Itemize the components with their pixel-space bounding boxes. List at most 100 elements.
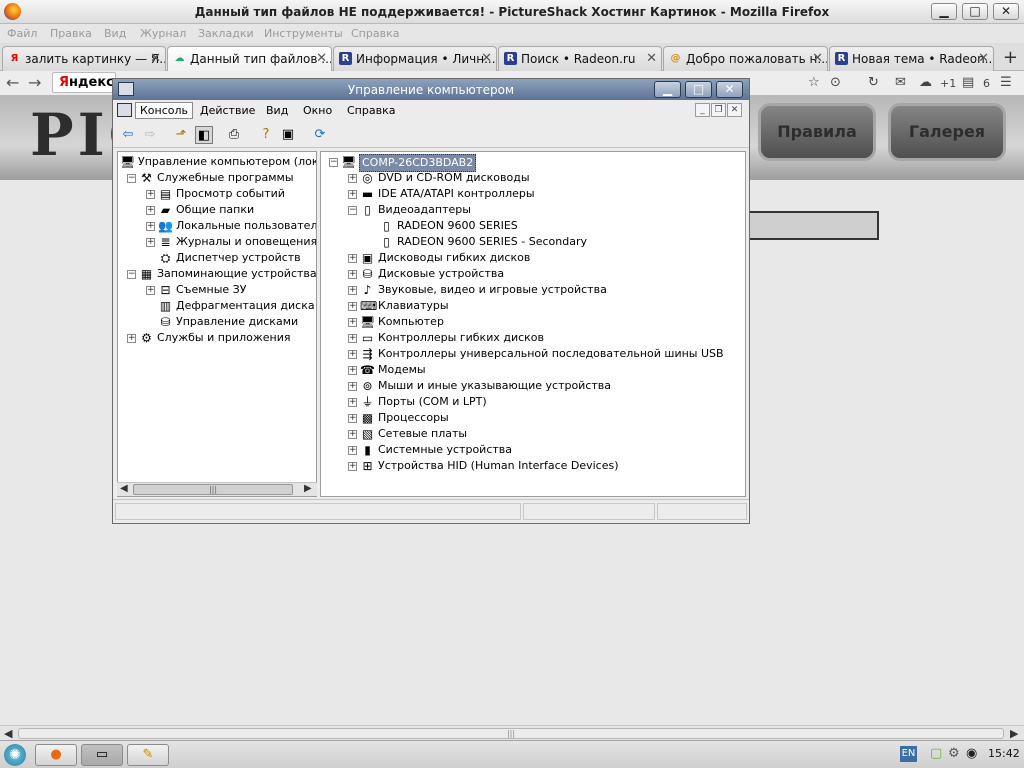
expand-icon[interactable]: + [146, 222, 155, 231]
expand-icon[interactable]: + [146, 206, 155, 215]
expand-icon[interactable]: + [348, 302, 357, 311]
site-input-field[interactable] [748, 211, 879, 240]
expand-icon[interactable]: + [348, 270, 357, 279]
tab-close-icon[interactable]: ✕ [481, 51, 492, 66]
expand-icon[interactable]: + [348, 190, 357, 199]
mmc-minimize-button[interactable]: ▁ [654, 81, 681, 98]
menu-bookmarks[interactable]: Закладки [198, 27, 254, 40]
yandex-search-button[interactable]: Яндекс [52, 72, 116, 93]
close-button[interactable]: ✕ [993, 3, 1019, 20]
expand-icon[interactable]: + [146, 190, 155, 199]
defrag-icon: ▥ [159, 299, 172, 313]
bookmark-star-icon[interactable]: ☆ [808, 75, 820, 90]
child-minimize-button[interactable]: _ [695, 103, 710, 117]
tray-notes-icon[interactable]: ▢ [930, 746, 942, 761]
collapse-icon[interactable]: − [329, 158, 338, 167]
page-horizontal-scrollbar[interactable]: ◀ ||| ▶ [0, 725, 1024, 740]
help-icon[interactable]: ? [257, 126, 275, 144]
menu-file[interactable]: Файл [7, 27, 37, 40]
tab-pictureshack[interactable]: ☁ Данный тип файлов ... ✕ [167, 46, 332, 72]
task-firefox-icon[interactable]: ● [35, 744, 77, 766]
properties-icon[interactable]: ▣ [279, 126, 297, 144]
language-indicator[interactable]: EN [900, 746, 917, 762]
collapse-icon[interactable]: − [348, 206, 357, 215]
child-restore-button[interactable]: ❐ [711, 103, 726, 117]
expand-icon[interactable]: + [348, 254, 357, 263]
mail-icon[interactable]: ✉ [895, 75, 906, 90]
up-icon[interactable]: ⬏ [172, 126, 190, 144]
scroll-left-icon[interactable]: ◀ [4, 727, 12, 740]
scroll-right-icon[interactable]: ▶ [304, 483, 312, 494]
menu-tools[interactable]: Инструменты [264, 27, 343, 40]
tab-close-icon[interactable]: ✕ [316, 51, 327, 66]
reader-icon[interactable]: ⊙ [830, 75, 841, 90]
notes-icon[interactable]: ▤ [962, 75, 974, 90]
tray-settings-icon[interactable]: ⚙ [948, 746, 960, 761]
scroll-thumb[interactable]: ||| [133, 484, 293, 495]
menu-help[interactable]: Справка [351, 27, 399, 40]
menu-console[interactable]: Консоль [135, 102, 194, 119]
tab-close-icon[interactable]: ✕ [150, 51, 161, 66]
tab-close-icon[interactable]: ✕ [646, 51, 657, 66]
tab-close-icon[interactable]: ✕ [978, 51, 989, 66]
expand-icon[interactable]: + [348, 350, 357, 359]
print-icon[interactable]: ⎙ [225, 126, 243, 144]
collapse-icon[interactable]: − [127, 270, 136, 279]
menu-edit[interactable]: Правка [50, 27, 92, 40]
scan-icon[interactable]: ⟳ [311, 126, 329, 144]
child-close-button[interactable]: ✕ [727, 103, 742, 117]
expand-icon[interactable]: + [146, 238, 155, 247]
expand-icon[interactable]: + [348, 366, 357, 375]
reload-icon[interactable]: ↻ [868, 75, 879, 90]
scroll-thumb[interactable]: ||| [18, 728, 1004, 739]
expand-icon[interactable]: + [146, 286, 155, 295]
expand-icon[interactable]: + [348, 382, 357, 391]
row-label: Модемы [378, 363, 426, 376]
tab-search[interactable]: R Поиск • Radeon.ru ✕ [498, 46, 662, 71]
expand-icon[interactable]: + [348, 398, 357, 407]
scroll-right-icon[interactable]: ▶ [1010, 727, 1018, 740]
expand-icon[interactable]: + [348, 430, 357, 439]
expand-icon[interactable]: + [348, 414, 357, 423]
rules-button[interactable]: Правила [758, 103, 876, 161]
mmc-close-button[interactable]: ✕ [716, 81, 743, 98]
menu-help[interactable]: Справка [347, 104, 395, 117]
expand-icon[interactable]: + [348, 446, 357, 455]
forward-icon[interactable]: ⇨ [141, 126, 159, 144]
collapse-icon[interactable]: − [127, 174, 136, 183]
new-tab-button[interactable]: + [1003, 47, 1018, 68]
forward-button[interactable]: → [28, 73, 41, 92]
tree-horizontal-scrollbar[interactable]: ◀ ||| ▶ [117, 482, 317, 496]
tab-close-icon[interactable]: ✕ [812, 51, 823, 66]
expand-icon[interactable]: + [348, 318, 357, 327]
menu-icon[interactable]: ☰ [1000, 75, 1012, 90]
tray-media-icon[interactable]: ◉ [966, 746, 977, 761]
expand-icon[interactable]: + [127, 334, 136, 343]
maximize-button[interactable]: □ [962, 3, 988, 20]
menu-history[interactable]: Журнал [140, 27, 186, 40]
task-mmc-icon[interactable]: ▭ [81, 744, 123, 766]
menu-action[interactable]: Действие [200, 104, 255, 117]
console-system-icon[interactable] [117, 103, 132, 117]
menu-window[interactable]: Окно [303, 104, 332, 117]
expand-icon[interactable]: + [348, 334, 357, 343]
task-paint-icon[interactable]: ✎ [127, 744, 169, 766]
show-tree-icon[interactable]: ◧ [195, 126, 213, 144]
gallery-button[interactable]: Галерея [888, 103, 1006, 161]
menu-view[interactable]: Вид [104, 27, 126, 40]
tab-yandex[interactable]: Я залить картинку — Я... ✕ [2, 46, 166, 71]
menu-view[interactable]: Вид [266, 104, 288, 117]
back-button[interactable]: ← [6, 73, 19, 92]
expand-icon[interactable]: + [348, 174, 357, 183]
scroll-left-icon[interactable]: ◀ [120, 483, 128, 494]
tab-new-topic[interactable]: R Новая тема • Radeon.... ✕ [829, 46, 994, 71]
cloud-icon[interactable]: ☁ [919, 75, 932, 90]
expand-icon[interactable]: + [348, 286, 357, 295]
mmc-maximize-button[interactable]: □ [685, 81, 712, 98]
tab-info[interactable]: R Информация • Личн... ✕ [333, 46, 497, 71]
tab-welcome[interactable]: @ Добро пожаловать н... ✕ [663, 46, 828, 71]
start-menu-icon[interactable]: ✺ [4, 744, 26, 766]
back-icon[interactable]: ⇦ [119, 126, 137, 144]
expand-icon[interactable]: + [348, 462, 357, 471]
minimize-button[interactable]: ▁ [931, 3, 957, 20]
